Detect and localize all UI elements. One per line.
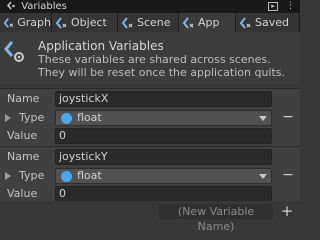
variable-card: Name joystickY Type float − Value 0 bbox=[0, 146, 300, 204]
app-icon bbox=[182, 16, 194, 29]
header-title: Application Variables bbox=[38, 39, 164, 53]
expand-arrow-icon[interactable] bbox=[5, 114, 11, 122]
header-description: These variables are shared across scenes… bbox=[38, 53, 286, 79]
value-row: Value 0 bbox=[0, 127, 300, 145]
variable-value-input[interactable]: 0 bbox=[55, 186, 272, 202]
variables-header: Application Variables These variables ar… bbox=[0, 32, 300, 84]
tab-scene-label: Scene bbox=[137, 16, 171, 29]
variable-name-input[interactable]: joystickX bbox=[55, 91, 272, 107]
tab-object[interactable]: Object bbox=[52, 13, 118, 32]
add-variable-button[interactable]: + bbox=[280, 203, 294, 219]
name-label: Name bbox=[7, 92, 40, 105]
dropdown-arrow-icon bbox=[259, 116, 267, 121]
tab-bar: Graph Object Scene App Saved bbox=[0, 13, 300, 32]
name-row: Name joystickY bbox=[0, 148, 300, 166]
variable-card: Name joystickX Type float − Value 0 bbox=[0, 88, 300, 146]
tab-graph-label: Graph bbox=[17, 16, 51, 29]
tab-scene[interactable]: Scene bbox=[118, 13, 179, 32]
scene-icon bbox=[121, 16, 133, 29]
variable-value-input[interactable]: 0 bbox=[55, 128, 272, 144]
remove-variable-button[interactable]: − bbox=[282, 110, 294, 126]
type-row: Type float − bbox=[0, 109, 300, 127]
dropdown-arrow-icon bbox=[259, 174, 267, 179]
object-icon bbox=[55, 16, 67, 29]
tab-graph[interactable]: Graph bbox=[0, 13, 52, 32]
tab-saved[interactable]: Saved bbox=[236, 13, 300, 32]
more-options-icon[interactable]: ⋮ bbox=[285, 1, 296, 12]
remove-variable-button[interactable]: − bbox=[282, 168, 294, 184]
name-row: Name joystickX bbox=[0, 90, 300, 108]
variable-type-dropdown[interactable]: float bbox=[55, 168, 272, 184]
saved-icon bbox=[239, 16, 251, 29]
footer: (New Variable Name) + bbox=[0, 201, 300, 233]
float-type-icon bbox=[61, 171, 72, 182]
value-label: Value bbox=[7, 187, 38, 200]
float-type-icon bbox=[61, 113, 72, 124]
value-label: Value bbox=[7, 129, 38, 142]
type-row: Type float − bbox=[0, 167, 300, 185]
tab-app-label: App bbox=[198, 16, 220, 29]
graph-icon bbox=[3, 17, 13, 28]
variables-icon bbox=[7, 1, 15, 10]
variable-type-value: float bbox=[77, 111, 102, 124]
variable-type-dropdown[interactable]: float bbox=[55, 110, 272, 126]
variable-type-value: float bbox=[77, 169, 102, 182]
name-label: Name bbox=[7, 150, 40, 163]
tab-app[interactable]: App bbox=[179, 13, 236, 32]
expand-arrow-icon[interactable] bbox=[5, 172, 11, 180]
tab-object-label: Object bbox=[71, 16, 107, 29]
variable-name-input[interactable]: joystickY bbox=[55, 149, 272, 165]
type-label: Type bbox=[19, 111, 45, 124]
type-label: Type bbox=[19, 169, 45, 182]
application-variables-icon bbox=[4, 41, 24, 62]
window-title: Variables bbox=[7, 0, 67, 13]
tab-saved-label: Saved bbox=[255, 16, 289, 29]
new-variable-name-input[interactable]: (New Variable Name) bbox=[159, 204, 273, 233]
window-title-text: Variables bbox=[21, 1, 67, 12]
window-titlebar: Variables ▸ ⋮ bbox=[0, 0, 300, 13]
dock-menu-icon[interactable]: ▸ bbox=[268, 2, 278, 11]
